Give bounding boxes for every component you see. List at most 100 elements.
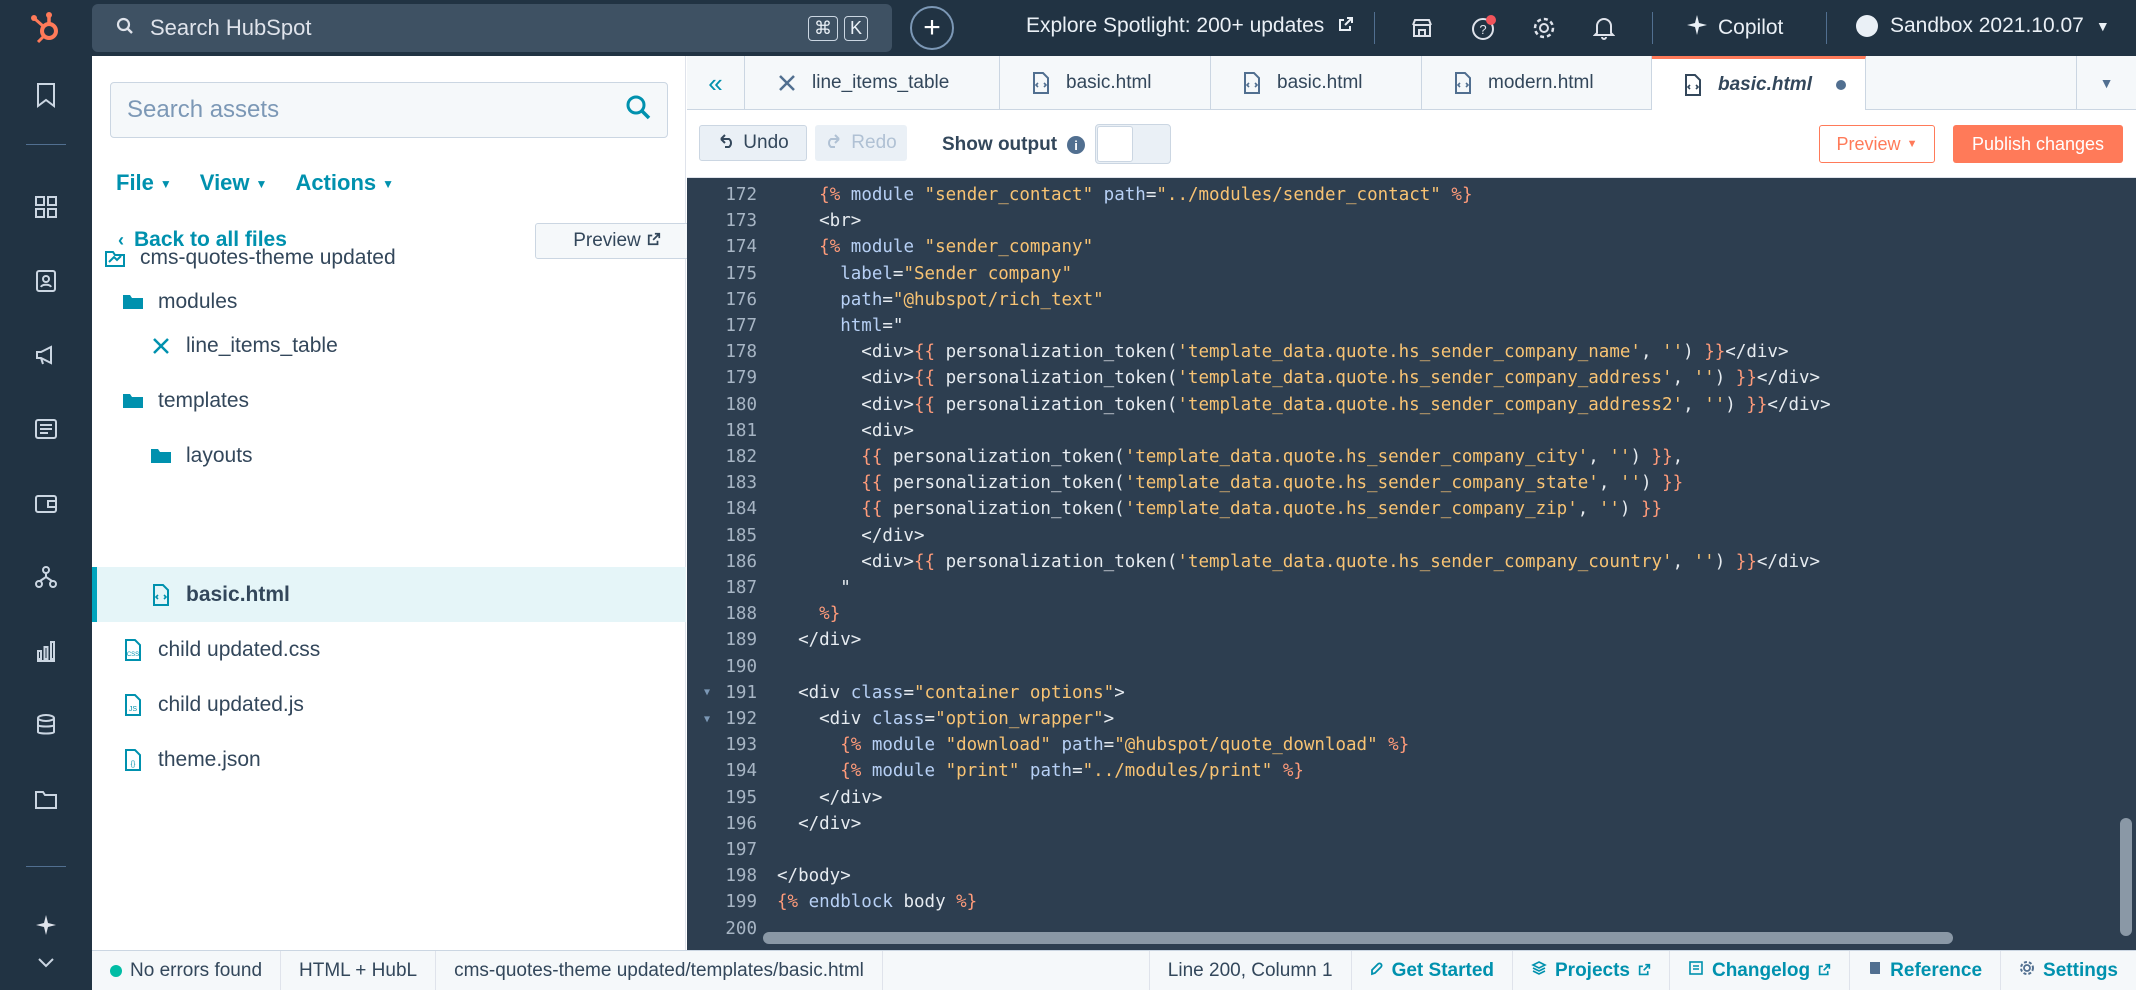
marketplace-icon[interactable] <box>1408 14 1436 42</box>
create-plus-button[interactable]: + <box>910 6 954 50</box>
projects-label: Projects <box>1555 959 1630 981</box>
code-line[interactable]: 175 label="Sender company" <box>687 261 2136 287</box>
code-line[interactable]: 198 </body> <box>687 863 2136 889</box>
external-link-icon <box>1638 960 1651 982</box>
language-mode[interactable]: HTML + HubL <box>281 950 437 990</box>
file-menu[interactable]: File ▼ <box>116 170 172 196</box>
code-line[interactable]: ▼ 192 <div class="option_wrapper"> <box>687 706 2136 732</box>
k-key: K <box>843 15 868 41</box>
tree-item-basic-html[interactable]: basic.html <box>92 567 686 622</box>
cursor-position[interactable]: Line 200, Column 1 <box>1148 950 1352 990</box>
tree-item-line-items-table[interactable]: line_items_table <box>92 318 686 373</box>
caret-down-icon: ▼ <box>382 177 395 192</box>
code-line[interactable]: 190 <box>687 654 2136 680</box>
database-icon[interactable] <box>31 710 61 740</box>
code-line[interactable]: 172 {% module "sender_contact" path="../… <box>687 182 2136 208</box>
fold-toggle-icon[interactable]: ▼ <box>704 687 710 698</box>
notifications-bell-icon[interactable] <box>1590 14 1618 42</box>
code-line[interactable]: 193 {% module "download" path="@hubspot/… <box>687 732 2136 758</box>
code-line[interactable]: 199 {% endblock body %} <box>687 889 2136 915</box>
reporting-chart-icon[interactable] <box>31 636 61 666</box>
code-line[interactable]: 176 path="@hubspot/rich_text" <box>687 287 2136 313</box>
automation-icon[interactable] <box>31 562 61 592</box>
undo-button[interactable]: Undo <box>699 125 807 161</box>
tree-item-child-css[interactable]: CSS child updated.css <box>92 622 686 677</box>
code-line[interactable]: 173 <br> <box>687 208 2136 234</box>
copilot-button[interactable]: Copilot <box>1686 14 1783 42</box>
code-line[interactable]: 178 <div>{{ personalization_token('templ… <box>687 339 2136 365</box>
code-line[interactable]: 195 </div> <box>687 785 2136 811</box>
code-line[interactable]: ▼ 191 <div class="container options"> <box>687 680 2136 706</box>
chevron-down-icon[interactable] <box>31 948 61 978</box>
tree-item-label: child updated.js <box>158 692 304 716</box>
projects-link[interactable]: Projects <box>1513 950 1670 990</box>
actions-menu[interactable]: Actions ▼ <box>295 170 394 196</box>
tab-line-items-table[interactable]: line_items_table <box>746 56 1000 110</box>
code-line[interactable]: 188 %} <box>687 601 2136 627</box>
tree-item-templates[interactable]: templates <box>92 373 686 428</box>
tab-basic-html-2[interactable]: basic.html <box>1211 56 1422 110</box>
preview-dropdown-button[interactable]: Preview ▼ <box>1819 125 1935 163</box>
settings-link[interactable]: Settings <box>2001 951 2136 990</box>
tab-overflow-menu[interactable]: ▼ <box>2076 56 2136 110</box>
commerce-wallet-icon[interactable] <box>31 488 61 518</box>
show-output-toggle[interactable] <box>1095 124 1171 164</box>
tree-item-theme-json[interactable]: {} theme.json <box>92 732 686 787</box>
caret-down-icon: ▼ <box>159 177 172 192</box>
megaphone-icon[interactable] <box>31 340 61 370</box>
content-icon[interactable] <box>31 414 61 444</box>
code-line[interactable]: 186 <div>{{ personalization_token('templ… <box>687 549 2136 575</box>
contacts-icon[interactable] <box>31 266 61 296</box>
code-line[interactable]: 187 " <box>687 575 2136 601</box>
reference-link[interactable]: Reference <box>1850 950 2002 990</box>
redo-icon <box>825 132 843 154</box>
info-icon[interactable]: i <box>1067 136 1086 154</box>
spotlight-link[interactable]: Explore Spotlight: 200+ updates <box>1026 14 1354 38</box>
lint-status[interactable]: No errors found <box>92 950 282 990</box>
tab-basic-html-active[interactable]: basic.html <box>1652 56 1866 111</box>
horizontal-scrollbar[interactable] <box>763 932 1953 944</box>
copilot-label: Copilot <box>1718 16 1784 39</box>
fold-toggle-icon[interactable]: ▼ <box>704 714 710 725</box>
code-line[interactable]: 197 <box>687 837 2136 863</box>
code-line[interactable]: 179 <div>{{ personalization_token('templ… <box>687 365 2136 391</box>
dashboard-grid-icon[interactable] <box>31 192 61 222</box>
code-line[interactable]: 182 {{ personalization_token('template_d… <box>687 444 2136 470</box>
publish-changes-button[interactable]: Publish changes <box>1953 125 2123 163</box>
code-line[interactable]: 184 {{ personalization_token('template_d… <box>687 496 2136 522</box>
gear-icon[interactable] <box>1530 14 1558 42</box>
code-line[interactable]: 196 </div> <box>687 811 2136 837</box>
bookmark-icon[interactable] <box>31 80 61 110</box>
hubspot-logo-icon[interactable] <box>0 0 92 56</box>
css-file-icon: CSS <box>122 638 144 661</box>
tree-item-layouts[interactable]: layouts <box>92 428 686 483</box>
account-menu[interactable]: Sandbox 2021.10.07 ▼ <box>1856 14 2110 38</box>
code-line[interactable]: 181 <div> <box>687 418 2136 444</box>
search-icon[interactable] <box>625 94 651 127</box>
code-line[interactable]: 194 {% module "print" path="../modules/p… <box>687 758 2136 784</box>
tab-modern-html[interactable]: modern.html <box>1422 56 1652 110</box>
line-number: 173 <box>725 211 757 232</box>
toggle-knob <box>1097 126 1133 162</box>
get-started-link[interactable]: Get Started <box>1352 950 1513 990</box>
code-line[interactable]: 180 <div>{{ personalization_token('templ… <box>687 392 2136 418</box>
code-line[interactable]: 183 {{ personalization_token('template_d… <box>687 470 2136 496</box>
changelog-link[interactable]: Changelog <box>1670 950 1851 990</box>
global-search-input[interactable]: Search HubSpot ⌘ K <box>92 4 892 52</box>
tab-basic-html-1[interactable]: basic.html <box>1000 56 1211 110</box>
editor-toolbar: Undo Redo Show output i Preview ▼ Publis… <box>687 110 2136 178</box>
redo-button[interactable]: Redo <box>815 125 907 161</box>
code-line[interactable]: 177 html=" <box>687 313 2136 339</box>
vertical-scrollbar[interactable] <box>2120 818 2132 936</box>
collapse-sidebar-button[interactable]: « <box>687 56 745 110</box>
help-icon[interactable]: ? <box>1470 14 1498 42</box>
asset-search-input[interactable]: Search assets <box>110 82 668 138</box>
tree-item-child-js[interactable]: JS child updated.js <box>92 677 686 732</box>
folder-icon[interactable] <box>31 784 61 814</box>
code-line[interactable]: 185 </div> <box>687 523 2136 549</box>
code-line[interactable]: 189 </div> <box>687 627 2136 653</box>
code-editor[interactable]: 172 {% module "sender_contact" path="../… <box>687 178 2136 950</box>
view-menu[interactable]: View ▼ <box>200 170 268 196</box>
sparkle-icon[interactable] <box>31 910 61 940</box>
code-line[interactable]: 174 {% module "sender_company" <box>687 234 2136 260</box>
